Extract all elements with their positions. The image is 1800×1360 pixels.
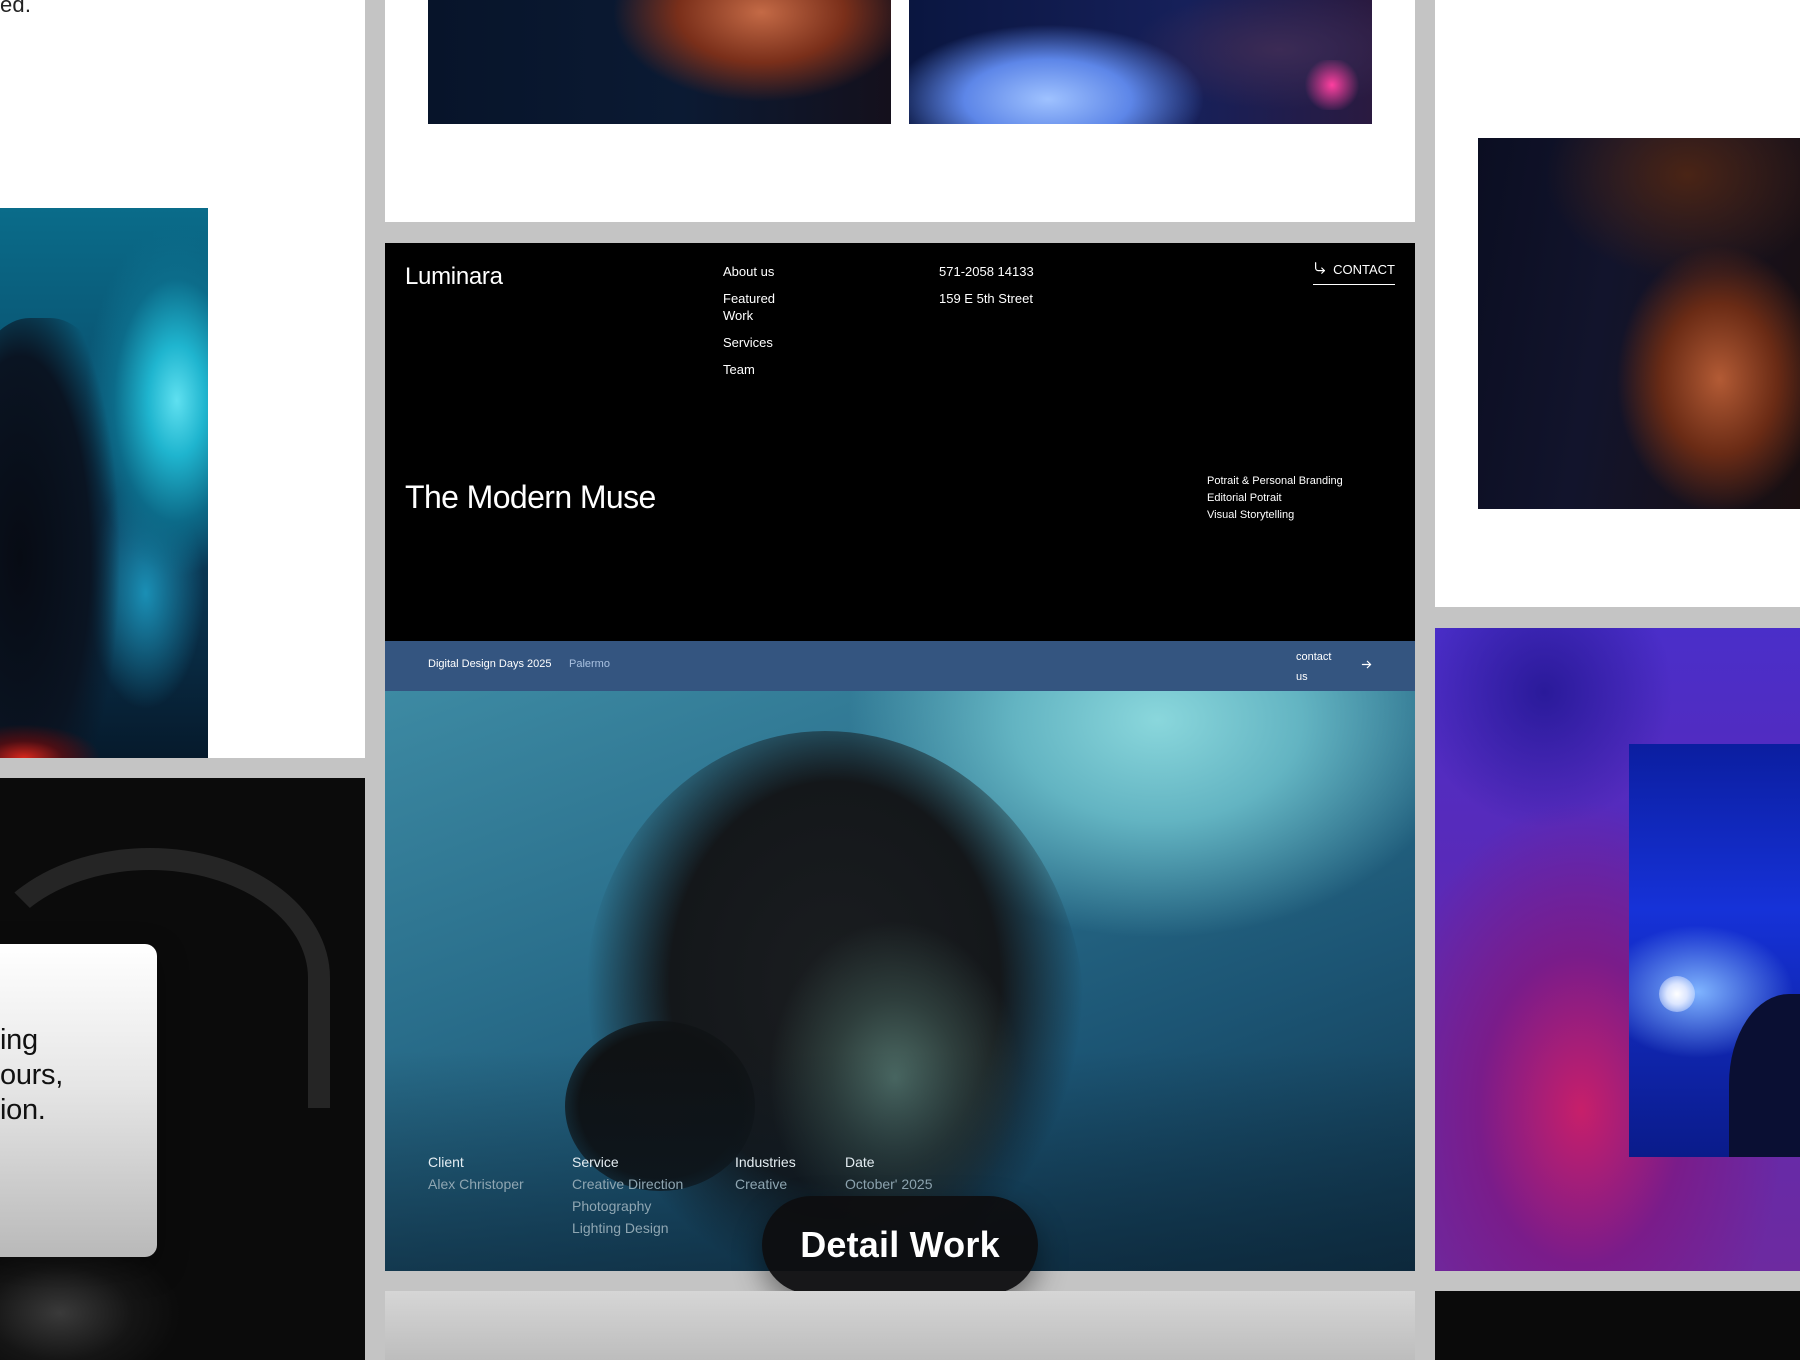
center-bottom-panel xyxy=(385,1291,1415,1360)
nav-team[interactable]: Team xyxy=(723,361,833,378)
meta-industries: Industries Creative xyxy=(735,1151,796,1195)
portrait-profile-photo xyxy=(1478,138,1800,509)
nav-featured-work[interactable]: Featured Work xyxy=(723,290,783,324)
meta-client-label: Client xyxy=(428,1154,464,1170)
meta-industries-label: Industries xyxy=(735,1154,796,1170)
event-contact-button[interactable]: contact us xyxy=(1296,647,1373,687)
site-header: Luminara About us Featured Work Services… xyxy=(385,243,1415,641)
meta-service-label: Service xyxy=(572,1154,619,1170)
portrait-blue-photo xyxy=(909,0,1372,124)
street-address: 159 E 5th Street xyxy=(939,291,1033,306)
meta-industries-value: Creative xyxy=(735,1176,788,1192)
quote-line: ion. xyxy=(0,1094,46,1126)
nav-services[interactable]: Services xyxy=(723,334,833,351)
quote-line: ours, xyxy=(0,1059,63,1091)
portrait-orange-photo xyxy=(428,0,891,124)
event-bar: Digital Design Days 2025 Palermo contact… xyxy=(385,641,1415,691)
service-item: Editorial Potrait xyxy=(1207,492,1282,504)
services-list: Potrait & Personal Branding Editorial Po… xyxy=(1207,473,1343,524)
quote-line: ing xyxy=(0,1024,38,1056)
event-place: Palermo xyxy=(569,658,610,670)
right-top-panel xyxy=(1435,0,1800,607)
center-top-panel xyxy=(385,0,1415,222)
nav-about-us[interactable]: About us xyxy=(723,263,833,280)
quote-card: ing ours, ion. xyxy=(0,944,157,1257)
hero-portrait-photo: Client Alex Christoper Service Creative … xyxy=(385,691,1415,1271)
meta-client-value: Alex Christoper xyxy=(428,1176,524,1192)
meta-date-label: Date xyxy=(845,1154,875,1170)
right-mid-panel xyxy=(1435,628,1800,1271)
meta-client: Client Alex Christoper xyxy=(428,1151,524,1195)
showcase-canvas: ed. ing ours, ion. Luminara About us Fea… xyxy=(0,0,1800,1360)
main-nav: About us Featured Work Services Team xyxy=(723,263,833,388)
corner-down-right-icon xyxy=(1313,261,1327,278)
meta-service-value: Lighting Design xyxy=(572,1220,669,1236)
contact-info: 571-2058 14133 159 E 5th Street xyxy=(939,263,1034,317)
portrait-cyan-photo xyxy=(0,208,208,758)
event-title: Digital Design Days 2025 xyxy=(428,658,552,670)
left-top-panel: ed. xyxy=(0,0,365,758)
phone-number[interactable]: 571-2058 14133 xyxy=(939,263,1034,280)
stage-light-photo xyxy=(1629,744,1800,1157)
project-card: Luminara About us Featured Work Services… xyxy=(385,243,1415,1271)
detail-work-button[interactable]: Detail Work xyxy=(762,1196,1038,1294)
meta-service-value: Photography xyxy=(572,1198,652,1214)
detail-work-label: Detail Work xyxy=(800,1224,1000,1265)
service-item: Visual Storytelling xyxy=(1207,509,1295,521)
contact-link[interactable]: CONTACT xyxy=(1313,261,1395,285)
partial-text: ed. xyxy=(0,0,32,17)
contact-label: CONTACT xyxy=(1333,262,1395,277)
meta-date-value: October' 2025 xyxy=(845,1176,933,1192)
meta-service-value: Creative Direction xyxy=(572,1176,684,1192)
arrow-right-icon xyxy=(1360,658,1373,676)
page-title: The Modern Muse xyxy=(405,479,656,515)
right-bottom-panel xyxy=(1435,1291,1800,1360)
meta-service: Service Creative Direction Photography L… xyxy=(572,1151,683,1239)
meta-date: Date October' 2025 xyxy=(845,1151,933,1195)
brand-logo[interactable]: Luminara xyxy=(405,263,503,291)
event-contact-label: contact us xyxy=(1296,651,1332,683)
service-item: Potrait & Personal Branding xyxy=(1207,475,1343,487)
